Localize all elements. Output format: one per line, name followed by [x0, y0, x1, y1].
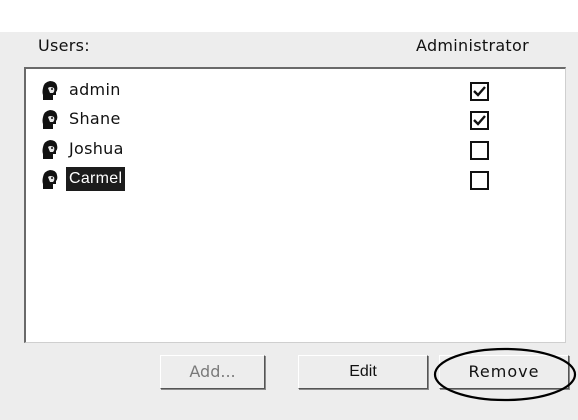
- check-icon: [473, 86, 486, 97]
- administrator-column-header: Administrator: [416, 36, 529, 55]
- check-icon: [473, 115, 486, 126]
- users-dialog: Users: Administrator admin Shane Joshua …: [0, 0, 578, 420]
- dialog-top-strip: [0, 0, 578, 32]
- user-name: Joshua: [69, 139, 124, 158]
- administrator-checkbox[interactable]: [470, 141, 489, 160]
- user-head-icon: [42, 170, 58, 189]
- administrator-checkbox[interactable]: [470, 171, 489, 190]
- users-list[interactable]: admin Shane Joshua Carmel: [24, 67, 566, 343]
- user-name: Shane: [69, 109, 121, 128]
- add-button[interactable]: Add...: [160, 355, 265, 389]
- user-head-icon: [42, 110, 58, 129]
- administrator-checkbox[interactable]: [470, 82, 489, 101]
- remove-button[interactable]: Remove: [439, 355, 569, 389]
- administrator-checkbox[interactable]: [470, 111, 489, 130]
- user-row-carmel[interactable]: Carmel: [26, 166, 565, 194]
- user-head-icon: [42, 81, 58, 100]
- user-head-icon: [42, 140, 58, 159]
- user-row-joshua[interactable]: Joshua: [26, 136, 565, 164]
- edit-button[interactable]: Edit: [298, 355, 428, 389]
- users-column-header: Users:: [38, 36, 90, 55]
- user-name: admin: [69, 80, 121, 99]
- user-row-admin[interactable]: admin: [26, 77, 565, 105]
- user-name-selected: Carmel: [66, 167, 126, 191]
- user-row-shane[interactable]: Shane: [26, 106, 565, 134]
